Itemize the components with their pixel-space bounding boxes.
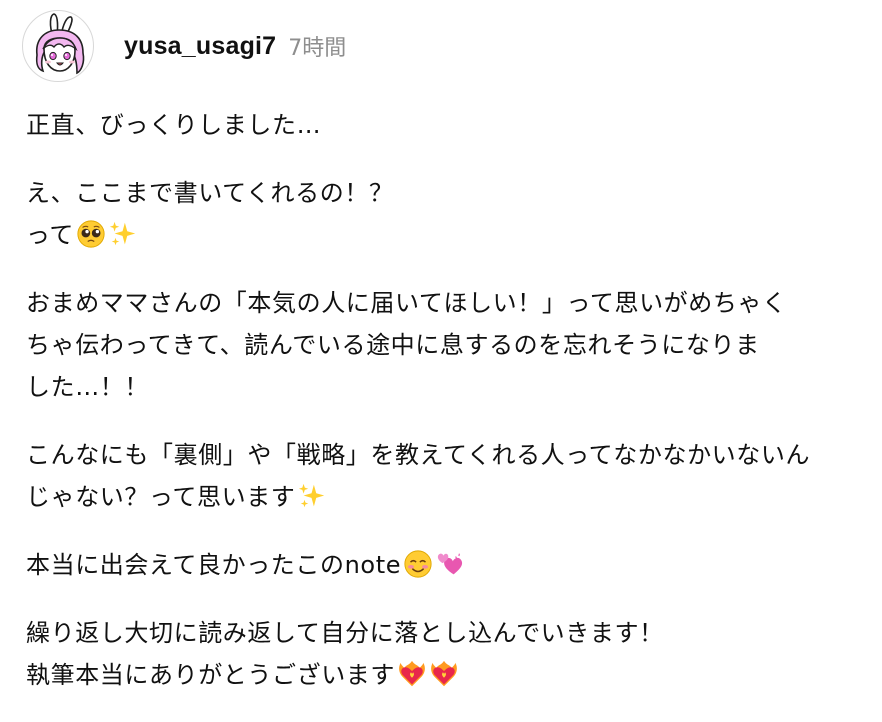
comment-paragraph: え、ここまで書いてくれるの！？ って <box>26 172 866 256</box>
avatar[interactable] <box>22 10 94 82</box>
comment-line: え、ここまで書いてくれるの！？ <box>26 172 866 214</box>
comment-line: 本当に出会えて良かったこのnote <box>26 544 866 586</box>
heart-on-fire-icon <box>429 659 459 689</box>
comment-paragraph: 繰り返し大切に読み返して自分に落とし込んでいきます！ 執筆本当にありがとうございま… <box>26 612 866 696</box>
comment-line: 繰り返し大切に読み返して自分に落とし込んでいきます！ <box>26 612 866 654</box>
comment-line: 正直、びっくりしました… <box>26 104 866 146</box>
timestamp[interactable]: 7時間 <box>288 30 346 62</box>
comment-text: 繰り返し大切に読み返して自分に落とし込んでいきます！ <box>26 619 664 647</box>
comment-paragraph: 本当に出会えて良かったこのnote <box>26 544 866 586</box>
comment-text: え、ここまで書いてくれるの！？ <box>26 179 394 207</box>
comment-body: 正直、びっくりしました… え、ここまで書いてくれるの！？ っておまめママさんの「本気… <box>26 104 866 722</box>
comment-text: おまめママさんの「本気の人に届いてほしい！」って思いがめちゃく <box>26 289 787 317</box>
comment-line: じゃない？って思います <box>26 476 866 518</box>
comment-text: こんなにも「裏側」や「戦略」を教えてくれる人ってなかなかいないん <box>26 441 811 469</box>
comment-line: こんなにも「裏側」や「戦略」を教えてくれる人ってなかなかいないん <box>26 434 866 476</box>
heart-on-fire-icon <box>397 659 427 689</box>
comment-text: した…！！ <box>26 373 149 401</box>
comment-text: ちゃ伝わってきて、読んでいる途中に息するのを忘れそうになりま <box>26 331 760 359</box>
comment-paragraph: おまめママさんの「本気の人に届いてほしい！」って思いがめちゃく ちゃ伝わってきて、… <box>26 282 866 408</box>
comment-text: って <box>26 221 74 249</box>
sparkles-icon <box>108 219 138 249</box>
comment-text: 正直、びっくりしました… <box>26 111 322 139</box>
comment-line: って <box>26 214 866 256</box>
comment-paragraph: 正直、びっくりしました… <box>26 104 866 146</box>
two-hearts-icon <box>435 549 465 579</box>
comment-text: 執筆本当にありがとうございます <box>26 661 395 689</box>
comment-header: yusa_usagi7 7時間 <box>22 10 346 82</box>
sparkles-icon <box>297 481 327 511</box>
comment-line: おまめママさんの「本気の人に届いてほしい！」って思いがめちゃく <box>26 282 866 324</box>
comment-line: した…！！ <box>26 366 866 408</box>
comment-text: 本当に出会えて良かったこのnote <box>26 551 402 579</box>
smiling-face-icon <box>403 549 433 579</box>
comment-card: yusa_usagi7 7時間 正直、びっくりしました… え、ここまで書いてくれる… <box>0 0 882 689</box>
bunny-girl-avatar-icon <box>35 13 85 75</box>
username[interactable]: yusa_usagi7 <box>124 32 276 61</box>
comment-line: ちゃ伝わってきて、読んでいる途中に息するのを忘れそうになりま <box>26 324 866 366</box>
comment-line: 執筆本当にありがとうございます <box>26 654 866 696</box>
comment-text: じゃない？って思います <box>26 483 296 511</box>
comment-paragraph: こんなにも「裏側」や「戦略」を教えてくれる人ってなかなかいないん じゃない？って思… <box>26 434 866 518</box>
pleading-face-icon <box>76 219 106 249</box>
